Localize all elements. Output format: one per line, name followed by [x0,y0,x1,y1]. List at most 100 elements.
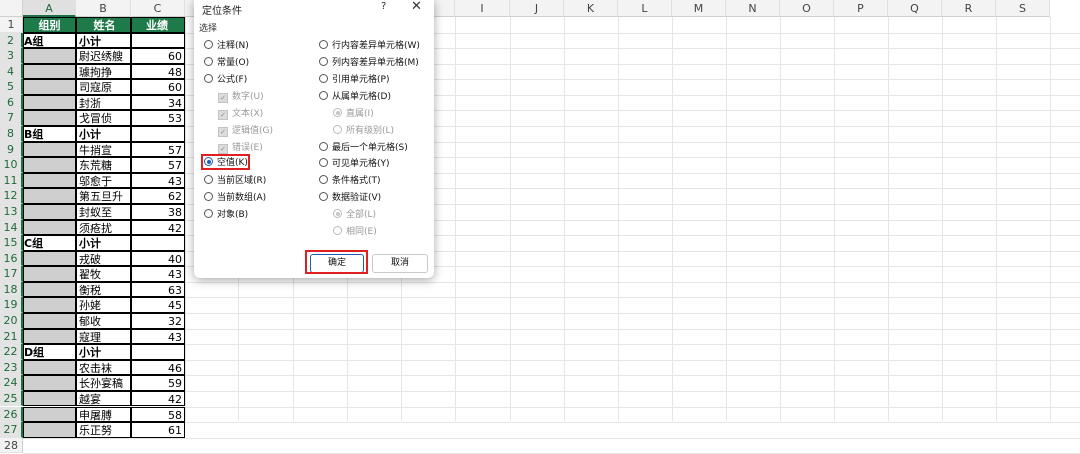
header-cell-group[interactable]: 组别 [23,17,76,33]
group-cell[interactable] [23,219,76,236]
column-header[interactable]: P [834,0,888,17]
name-cell[interactable]: 农击袜 [76,359,131,376]
name-cell[interactable]: 邬愈于 [76,172,131,189]
score-cell[interactable] [131,126,185,142]
name-cell[interactable]: 东荒糖 [76,157,131,173]
spreadsheet[interactable]: ABCDEFGHIJKLMNOPQRS 12345678910111213141… [0,0,1080,454]
group-cell[interactable] [23,406,76,423]
score-cell[interactable]: 60 [131,79,185,95]
left-option[interactable]: 常量(O) [204,57,249,69]
row-header[interactable]: 27 [0,422,23,438]
group-cell[interactable] [23,110,76,127]
score-cell[interactable]: 59 [131,375,185,391]
name-cell[interactable]: 寇理 [76,328,131,345]
name-cell[interactable]: 须疮扰 [76,219,131,236]
group-cell[interactable]: D组 [23,344,76,360]
row-header[interactable]: 4 [0,63,23,80]
radio-icon[interactable] [319,175,328,184]
score-cell[interactable]: 58 [131,406,185,423]
row-header[interactable]: 1 [0,17,23,33]
score-cell[interactable]: 40 [131,250,185,267]
right-option[interactable]: 引用单元格(P) [319,74,389,86]
score-cell[interactable]: 57 [131,141,185,158]
right-option[interactable]: 从属单元格(D) [319,91,391,103]
radio-icon[interactable] [204,192,213,201]
score-cell[interactable]: 34 [131,94,185,111]
header-cell-name[interactable]: 姓名 [76,17,131,33]
name-cell[interactable]: 小计 [76,32,131,49]
radio-icon[interactable] [204,209,213,218]
row-header[interactable]: 21 [0,328,23,345]
left-option[interactable]: 公式(F) [204,74,247,86]
radio-icon[interactable] [204,175,213,184]
row-header[interactable]: 16 [0,250,23,267]
name-cell[interactable]: 小计 [76,126,131,142]
group-cell[interactable]: B组 [23,126,76,142]
name-cell[interactable]: 戈冒侦 [76,110,131,127]
row-header[interactable]: 25 [0,390,23,407]
group-cell[interactable] [23,313,76,329]
radio-icon[interactable] [204,57,213,66]
name-cell[interactable]: 小计 [76,344,131,360]
group-cell[interactable] [23,359,76,376]
row-header[interactable]: 22 [0,344,23,360]
score-cell[interactable]: 63 [131,281,185,298]
name-cell[interactable]: 乐正努 [76,422,131,438]
cancel-button[interactable]: 取消 [372,254,428,273]
group-cell[interactable] [23,328,76,345]
row-header[interactable]: 15 [0,235,23,251]
group-cell[interactable] [23,281,76,298]
radio-icon[interactable] [319,142,328,151]
row-header[interactable]: 24 [0,375,23,391]
right-option[interactable]: 行内容差异单元格(W) [319,40,420,52]
score-cell[interactable]: 43 [131,266,185,282]
score-cell[interactable]: 42 [131,390,185,407]
score-cell[interactable]: 53 [131,110,185,127]
score-cell[interactable]: 38 [131,203,185,220]
column-header[interactable]: L [618,0,672,17]
group-cell[interactable]: A组 [23,32,76,49]
group-cell[interactable] [23,375,76,391]
column-header[interactable]: C [131,0,185,17]
right-option[interactable]: 可见单元格(Y) [319,158,390,170]
name-cell[interactable]: 衡税 [76,281,131,298]
name-cell[interactable]: 长孙宴稿 [76,375,131,391]
name-cell[interactable]: 牛捎宣 [76,141,131,158]
column-header[interactable]: I [455,0,510,17]
group-cell[interactable] [23,203,76,220]
header-cell-score[interactable]: 业绩 [131,17,185,33]
row-header[interactable]: 7 [0,110,23,127]
column-header[interactable]: O [780,0,834,17]
right-option[interactable]: 条件格式(T) [319,175,381,187]
left-option[interactable]: 注释(N) [204,40,249,52]
radio-icon[interactable] [319,40,328,49]
group-cell[interactable] [23,250,76,267]
name-cell[interactable]: 第五旦升 [76,188,131,204]
group-cell[interactable] [23,157,76,173]
radio-icon[interactable] [204,40,213,49]
name-cell[interactable]: 司寇原 [76,79,131,95]
row-header[interactable]: 5 [0,79,23,95]
group-cell[interactable]: C组 [23,235,76,251]
name-cell[interactable]: 封浙 [76,94,131,111]
right-option[interactable]: 最后一个单元格(S) [319,142,408,154]
score-cell[interactable]: 32 [131,313,185,329]
score-cell[interactable]: 61 [131,422,185,438]
group-cell[interactable] [23,390,76,407]
group-cell[interactable] [23,141,76,158]
row-header[interactable]: 14 [0,219,23,236]
group-cell[interactable] [23,79,76,95]
score-cell[interactable] [131,235,185,251]
row-header[interactable]: 13 [0,203,23,220]
column-header[interactable]: J [510,0,564,17]
row-header[interactable]: 6 [0,94,23,111]
column-header[interactable]: B [76,0,131,17]
score-cell[interactable]: 45 [131,297,185,314]
radio-icon[interactable] [319,192,328,201]
column-header[interactable]: R [942,0,996,17]
name-cell[interactable]: 孙姥 [76,297,131,314]
radio-icon[interactable] [204,74,213,83]
column-header[interactable]: M [672,0,726,17]
row-header[interactable]: 10 [0,157,23,173]
row-header[interactable]: 3 [0,48,23,64]
